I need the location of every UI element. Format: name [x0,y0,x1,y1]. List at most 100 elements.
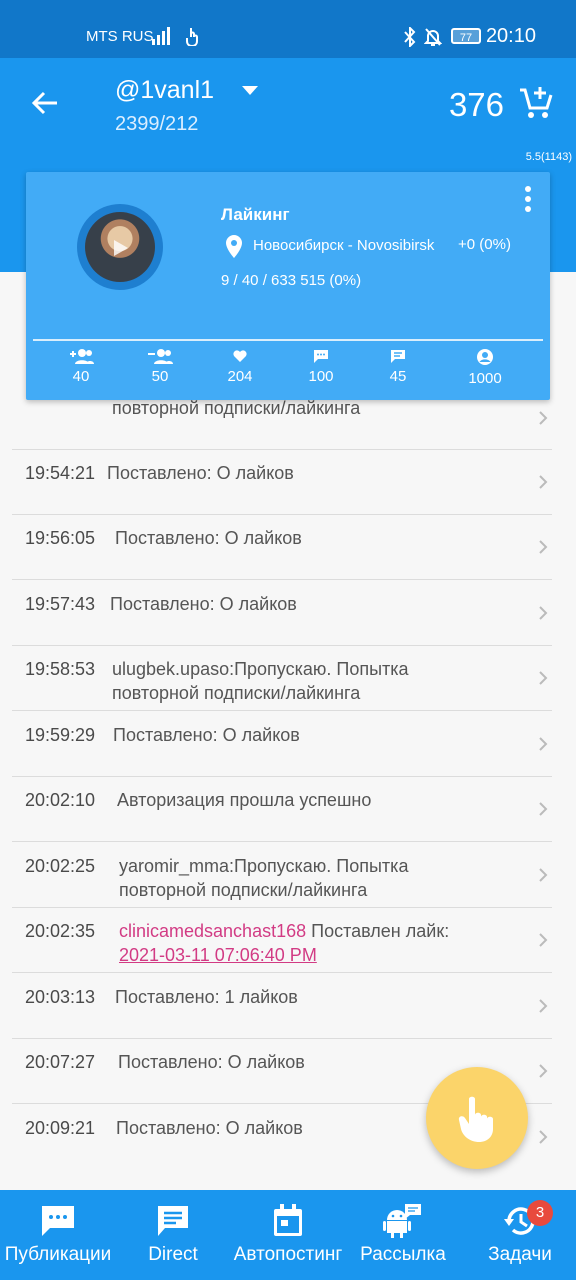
play-icon[interactable] [112,238,130,258]
metric-follow: 40 [51,348,111,385]
log-row[interactable]: 19:56:05 Поставлено: О лайков [12,515,552,580]
account-counts: 2399/212 [115,113,199,135]
log-text: Авторизация прошла успешно [117,790,372,810]
location-pin-icon [226,235,242,258]
log-row[interactable]: 19:54:21 Поставлено: О лайков [12,450,552,515]
metric-unfollow: 50 [130,348,190,385]
profile-icon [477,349,493,365]
chevron-right-icon [539,999,548,1013]
log-row[interactable]: 19:57:43 Поставлено: О лайков [12,581,552,646]
log-time: 19:58:53 [25,659,96,679]
nav-label: Рассылка [360,1244,446,1265]
log-text: Поставлено: О лайков [107,463,294,483]
log-text: Поставлено: О лайков [115,528,302,548]
log-text: Поставлено: 1 лайков [115,987,298,1007]
chevron-right-icon [539,737,548,751]
app-bar: @1vanl1 2399/212 376 [0,58,576,150]
log-time: 20:03:13 [25,987,96,1007]
metric-unfollow-value: 50 [151,368,169,385]
chevron-right-icon [539,540,548,554]
nav-mailing[interactable]: Рассылка [356,1204,450,1266]
log-time: 20:02:25 [25,856,96,876]
log-time: 19:59:29 [25,725,96,745]
avatar-progress-ring [77,204,163,290]
status-bar: MTS RUS 77 20:10 [0,0,576,58]
tasks-count-badge: 3 [527,1200,553,1226]
nav-label: Direct [148,1244,198,1265]
carrier-label: MTS RUS [86,28,154,45]
log-time: 19:57:43 [25,594,96,614]
nav-label: Задачи [488,1244,552,1265]
log-text: clinicamedsanchast168 Поставлен лайк: 20… [119,919,459,967]
chevron-right-icon [539,802,548,816]
log-time: 20:02:35 [25,921,96,941]
tap-fab-button[interactable] [426,1067,528,1169]
log-row[interactable]: 19:58:53 ulugbek.upaso:Пропускаю. Попытк… [12,646,552,711]
log-time: 20:09:21 [25,1118,96,1138]
nav-publications[interactable]: Публикации [0,1204,116,1266]
log-row[interactable]: 20:02:35 clinicamedsanchast168 Поставлен… [12,908,552,973]
card-divider [33,339,543,341]
hand-icon [186,28,198,46]
metric-profiles: 1000 [455,348,515,387]
chevron-right-icon [539,868,548,882]
metric-follow-value: 40 [72,368,90,385]
log-time: 19:56:05 [25,528,96,548]
log-text: Поставлено: О лайков [110,594,297,614]
task-title: Лайкинг [221,205,290,224]
task-stats: 9 / 40 / 633 515 (0%) [221,272,362,289]
log-text: Поставлено: О лайков [118,1052,305,1072]
location-text: Новосибирск - Novosibirsk [253,237,435,254]
chevron-right-icon [539,1064,548,1078]
nav-label: Автопостинг [233,1244,343,1265]
calendar-icon [274,1204,302,1236]
log-row[interactable]: 20:03:13 Поставлено: 1 лайков [12,974,552,1039]
log-text: Поставлено: О лайков [113,725,300,745]
dropdown-caret-icon[interactable] [241,84,259,96]
log-date-link[interactable]: 2021-03-11 07:06:40 PM [119,945,317,965]
account-name[interactable]: @1vanl1 [115,76,214,105]
balance: 376 [448,86,504,123]
add-to-cart-icon[interactable] [518,84,554,120]
chevron-right-icon [539,933,548,947]
chevron-right-icon [539,1130,548,1144]
chat-bubble-icon [42,1206,74,1236]
log-time: 20:02:10 [25,790,96,810]
android-message-icon [383,1204,421,1238]
metric-profiles-value: 1000 [468,370,502,387]
log-row[interactable]: 20:02:10 Авторизация прошла успешно [12,777,552,842]
chevron-right-icon [539,411,548,425]
log-text: ulugbek.upaso:Пропускаю. Попытка повторн… [112,659,409,703]
bluetooth-icon [404,27,416,47]
nav-autoposting[interactable]: Автопостинг [228,1204,348,1266]
version-label: 5.5(1143) [525,151,572,163]
log-text-mid: Поставлен лайк: [311,921,450,941]
message-icon [158,1206,188,1236]
touch-hand-icon [458,1096,493,1142]
more-vert-icon[interactable] [524,185,532,213]
metric-messages: 45 [368,348,428,385]
chevron-right-icon [539,475,548,489]
battery-icon: 77 [451,28,481,44]
nav-direct[interactable]: Direct [133,1204,213,1266]
log-text: Поставлено: О лайков [116,1118,303,1138]
log-time: 20:07:27 [25,1052,96,1072]
log-row[interactable]: 19:59:29 Поставлено: О лайков [12,712,552,777]
back-arrow-icon[interactable] [30,88,60,118]
follow-add-icon [70,349,94,364]
log-row[interactable]: 20:02:25 yaromir_mma:Пропускаю. Попытка … [12,843,552,908]
comment-icon [314,350,328,363]
log-text: yaromir_mma:Пропускаю. Попытка повторной… [119,856,409,900]
task-card[interactable]: Лайкинг Новосибирск - Novosibirsk +0 (0%… [26,172,550,400]
chevron-right-icon [539,606,548,620]
log-user-link[interactable]: clinicamedsanchast168 [119,921,306,941]
metric-messages-value: 45 [389,368,407,385]
signal-icon [152,27,170,45]
metric-likes: 204 [210,348,270,385]
bottom-nav: Публикации Direct Автопостинг Рассылка З… [0,1190,576,1280]
log-time: 19:54:21 [25,463,96,483]
unfollow-icon [148,349,173,364]
chevron-right-icon [539,671,548,685]
heart-icon [233,350,247,362]
clock: 20:10 [485,25,536,47]
